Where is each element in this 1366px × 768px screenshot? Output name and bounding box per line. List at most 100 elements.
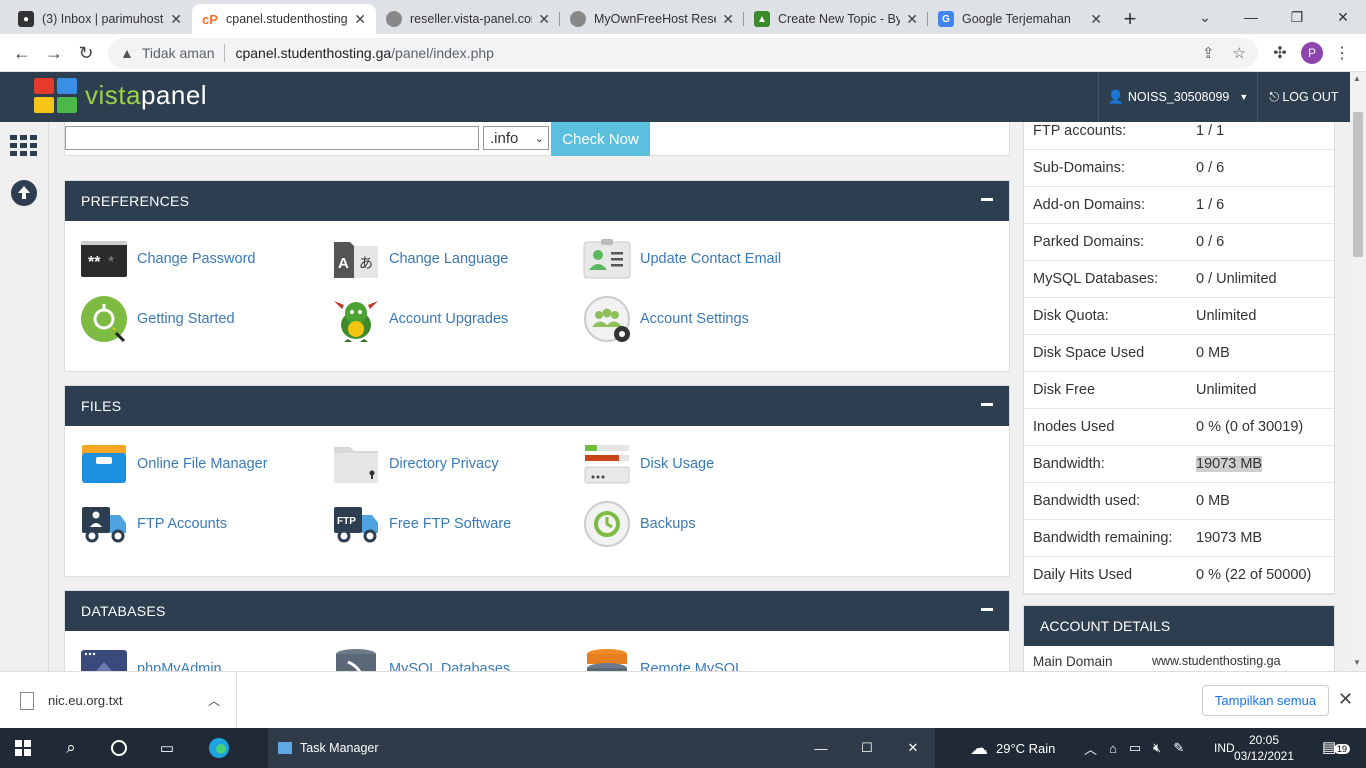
battery-icon[interactable]: ▭ xyxy=(1129,740,1141,756)
back-arrow-icon[interactable]: ← xyxy=(6,37,38,69)
edge-browser-icon[interactable] xyxy=(196,728,242,768)
stat-value: 0 % (22 of 50000) xyxy=(1196,567,1334,583)
close-tab-icon[interactable]: ✕ xyxy=(722,11,734,28)
vistapanel-logo[interactable]: vistapanel xyxy=(34,78,207,113)
reload-icon[interactable]: ↻ xyxy=(70,37,102,69)
task-manager-taskbar-button[interactable]: Task Manager — ☐ ✕ xyxy=(268,728,935,768)
chevron-up-tray-icon[interactable]: ︿ xyxy=(1084,739,1097,758)
logo-squares-icon xyxy=(34,78,77,113)
account-settings-link[interactable]: Account Settings xyxy=(583,295,749,343)
show-all-downloads-button[interactable]: Tampilkan semua xyxy=(1202,685,1329,716)
free-ftp-software-link[interactable]: FTP Free FTP Software xyxy=(332,500,511,548)
warning-triangle-icon[interactable]: ▲ xyxy=(120,45,134,61)
directory-privacy-link[interactable]: Directory Privacy xyxy=(332,440,499,488)
browser-tab-google-translate[interactable]: G Google Terjemahan ✕ xyxy=(928,4,1112,34)
ftp-accounts-link[interactable]: FTP Accounts xyxy=(80,500,227,548)
preferences-panel-header[interactable]: PREFERENCES xyxy=(65,181,1009,221)
logout-button[interactable]: ⎋ LOG OUT xyxy=(1258,72,1350,122)
maximize-task-manager-button[interactable]: ☐ xyxy=(844,728,890,768)
browser-tab-inbox[interactable]: ● (3) Inbox | parimuhost ✕ xyxy=(8,4,192,34)
account-upgrades-link[interactable]: Account Upgrades xyxy=(332,295,508,343)
collapse-minus-icon[interactable] xyxy=(981,198,993,201)
browser-tab-cpanel[interactable]: cP cpanel.studenthosting ✕ xyxy=(192,4,376,34)
change-password-link[interactable]: ** * Change Password xyxy=(80,235,256,283)
browser-tab-myownfreehost[interactable]: MyOwnFreeHost Rese ✕ xyxy=(560,4,744,34)
chevron-up-icon[interactable]: ︿ xyxy=(208,692,220,709)
stat-value: 1 / 6 xyxy=(1196,197,1334,213)
backup-icon xyxy=(583,500,631,548)
user-menu[interactable]: 👤 NOISS_30508099 ▼ xyxy=(1098,72,1258,122)
browser-tab-create-topic[interactable]: ▲ Create New Topic - By ✕ xyxy=(744,4,928,34)
pen-icon[interactable]: ✎ xyxy=(1173,740,1184,756)
forward-arrow-icon[interactable]: → xyxy=(38,37,70,69)
network-icon[interactable]: ⌂ xyxy=(1109,741,1117,756)
online-file-manager-link[interactable]: Online File Manager xyxy=(80,440,268,488)
bookmark-star-icon[interactable]: ☆ xyxy=(1233,44,1246,62)
phpmyadmin-link[interactable]: phpMyAdmin xyxy=(80,645,222,671)
close-tab-icon[interactable]: ✕ xyxy=(538,11,550,28)
profile-avatar[interactable]: P xyxy=(1300,34,1324,72)
search-icon[interactable]: ⌕ xyxy=(48,728,94,768)
item-label: Getting Started xyxy=(137,311,235,327)
browser-tab-bar: ● (3) Inbox | parimuhost ✕ cP cpanel.stu… xyxy=(0,0,1366,34)
stat-value-text: 0 % (0 of 30019) xyxy=(1196,419,1304,435)
address-bar[interactable]: ▲ Tidak aman cpanel.studenthosting.ga/pa… xyxy=(108,38,1258,68)
task-view-icon[interactable]: ▭ xyxy=(144,728,190,768)
getting-started-link[interactable]: Getting Started xyxy=(80,295,235,343)
close-window-button[interactable]: ✕ xyxy=(1320,0,1366,34)
cpanel-favicon-icon: cP xyxy=(202,11,218,27)
page-viewport: vistapanel 👤 NOISS_30508099 ▼ ⎋ LOG OUT … xyxy=(0,72,1350,671)
scrollbar-thumb[interactable] xyxy=(1353,112,1363,257)
globe-favicon-icon xyxy=(386,11,402,27)
restore-window-button[interactable]: ❐ xyxy=(1274,0,1320,34)
extensions-puzzle-icon[interactable]: ✣ xyxy=(1270,34,1290,72)
close-tab-icon[interactable]: ✕ xyxy=(1090,11,1102,28)
volume-muted-icon[interactable]: 🔇︎ xyxy=(1153,740,1161,756)
files-panel-header[interactable]: FILES xyxy=(65,386,1009,426)
stat-row: Bandwidth used: 0 MB xyxy=(1024,483,1334,520)
account-details-header[interactable]: ACCOUNT DETAILS xyxy=(1024,606,1334,646)
share-icon[interactable]: ⇪ xyxy=(1202,44,1215,62)
notifications-button[interactable]: ▤ 19 xyxy=(1322,738,1352,760)
domain-search-input[interactable] xyxy=(65,126,479,150)
tab-search-icon[interactable]: ⌄ xyxy=(1182,0,1228,34)
close-download-bar-icon[interactable]: ✕ xyxy=(1338,689,1353,710)
scroll-down-arrow-icon[interactable]: ▼ xyxy=(1353,658,1361,667)
close-task-manager-button[interactable]: ✕ xyxy=(890,728,936,768)
download-item[interactable]: nic.eu.org.txt ︿ xyxy=(0,672,237,729)
browser-tab-reseller[interactable]: reseller.vista-panel.com ✕ xyxy=(376,4,560,34)
system-clock[interactable]: 20:05 03/12/2021 xyxy=(1232,732,1296,764)
stat-value-text: 19073 MB xyxy=(1196,530,1263,546)
security-label[interactable]: Tidak aman xyxy=(142,45,215,61)
databases-panel-header[interactable]: DATABASES xyxy=(65,591,1009,631)
cortana-circle-icon[interactable] xyxy=(96,728,142,768)
weather-widget[interactable]: ☁ 29°C Rain xyxy=(970,728,1055,768)
backups-link[interactable]: Backups xyxy=(583,500,696,548)
change-language-link[interactable]: Aあ Change Language xyxy=(332,235,508,283)
browser-menu-icon[interactable]: ⋮ xyxy=(1334,34,1350,72)
minimize-window-button[interactable]: — xyxy=(1228,0,1274,34)
tld-select[interactable]: .info ⌄ xyxy=(483,126,549,150)
close-tab-icon[interactable]: ✕ xyxy=(354,11,366,28)
close-tab-icon[interactable]: ✕ xyxy=(906,11,918,28)
disk-usage-link[interactable]: Disk Usage xyxy=(583,440,714,488)
url-text[interactable]: cpanel.studenthosting.ga/panel/index.php xyxy=(235,45,493,61)
remote-mysql-link[interactable]: Remote MySQL xyxy=(583,645,743,671)
minimize-task-manager-button[interactable]: — xyxy=(798,728,844,768)
download-file-name: nic.eu.org.txt xyxy=(48,693,123,708)
stat-value-text: Unlimited xyxy=(1196,308,1257,324)
stat-value: 19073 MB xyxy=(1196,530,1334,546)
files-panel: FILES Online File Manager Directory Priv… xyxy=(64,385,1010,577)
check-now-button[interactable]: Check Now xyxy=(551,122,650,156)
close-tab-icon[interactable]: ✕ xyxy=(170,11,182,28)
collapse-minus-icon[interactable] xyxy=(981,403,993,406)
windows-start-icon[interactable] xyxy=(0,728,46,768)
page-scrollbar[interactable]: ▲ ▼ xyxy=(1350,72,1366,671)
scroll-up-arrow-icon[interactable]: ▲ xyxy=(1353,74,1361,83)
update-contact-email-link[interactable]: Update Contact Email xyxy=(583,235,781,283)
upload-icon[interactable] xyxy=(10,179,38,207)
collapse-minus-icon[interactable] xyxy=(981,608,993,611)
new-tab-button[interactable]: + xyxy=(1112,4,1148,34)
apps-grid-icon[interactable] xyxy=(10,132,38,160)
mysql-databases-link[interactable]: MySQL Databases xyxy=(332,645,510,671)
